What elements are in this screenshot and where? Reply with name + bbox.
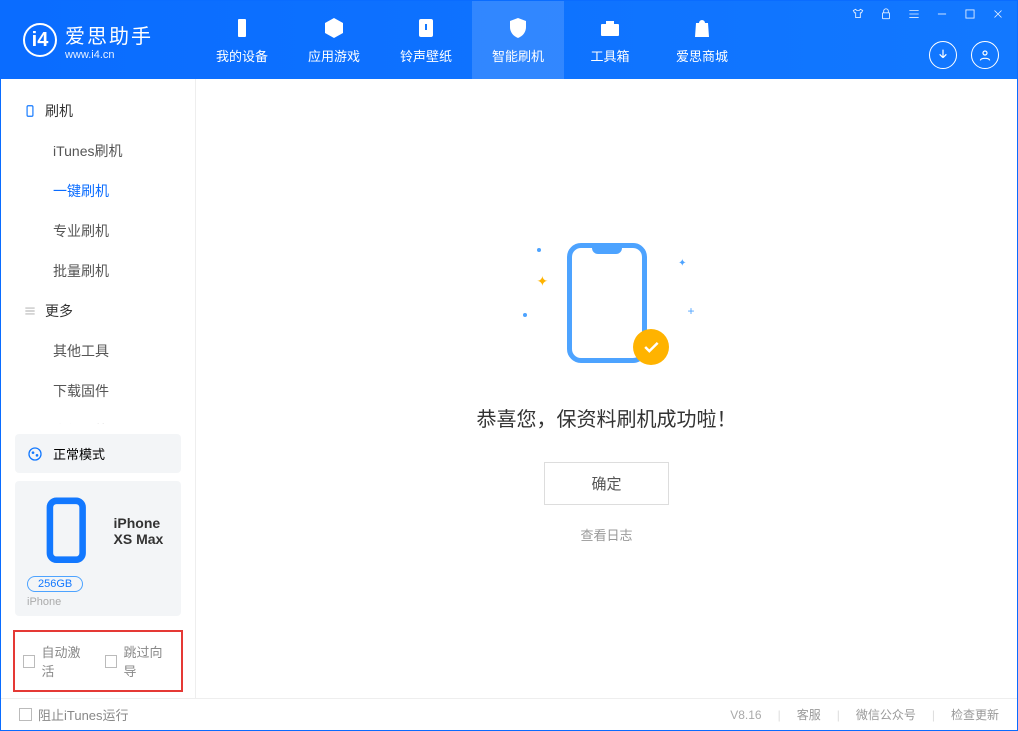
user-button[interactable] bbox=[971, 41, 999, 69]
nav-tab-label: 铃声壁纸 bbox=[400, 46, 452, 65]
footer-link-wechat[interactable]: 微信公众号 bbox=[856, 706, 916, 723]
nav-tab-3[interactable]: 智能刷机 bbox=[472, 1, 564, 79]
sidebar-item[interactable]: 一键刷机 bbox=[1, 171, 195, 211]
check-badge-icon bbox=[633, 329, 669, 365]
logo-icon: i4 bbox=[23, 23, 57, 57]
sidebar-item[interactable]: 专业刷机 bbox=[1, 211, 195, 251]
sidebar-item[interactable]: iTunes刷机 bbox=[1, 131, 195, 171]
checkbox-icon bbox=[19, 708, 32, 721]
sidebar-item[interactable]: 其他工具 bbox=[1, 331, 195, 371]
menu-icon[interactable] bbox=[907, 7, 921, 21]
nav-tab-4[interactable]: 工具箱 bbox=[564, 1, 656, 79]
header-round-buttons bbox=[929, 41, 999, 69]
app-window: i4 爱思助手 www.i4.cn 我的设备 应用游戏 铃声壁纸 智能刷机 工具箱 爱思商… bbox=[0, 0, 1018, 731]
device-capacity: 256GB bbox=[27, 576, 83, 592]
device-icon bbox=[23, 104, 37, 118]
footer-link-update[interactable]: 检查更新 bbox=[951, 706, 999, 723]
app-url: www.i4.cn bbox=[65, 49, 153, 61]
nav-tab-5[interactable]: 爱思商城 bbox=[656, 1, 748, 79]
device-card[interactable]: iPhone XS Max 256GB iPhone bbox=[15, 481, 181, 616]
dot-icon bbox=[537, 248, 541, 252]
tshirt-icon[interactable] bbox=[851, 7, 865, 21]
sparkle-icon: + bbox=[687, 304, 694, 318]
block-itunes-label: 阻止iTunes运行 bbox=[38, 705, 129, 724]
dot-icon bbox=[523, 313, 527, 317]
sidebar: 刷机 iTunes刷机一键刷机专业刷机批量刷机更多其他工具下载固件高级功能 正常模… bbox=[1, 79, 196, 698]
app-name: 爱思助手 bbox=[65, 20, 153, 49]
music-icon bbox=[413, 15, 439, 41]
main-content: ✦ ✦ + 恭喜您，保资料刷机成功啦！ 确定 查看日志 bbox=[196, 79, 1017, 698]
mode-label: 正常模式 bbox=[53, 444, 105, 463]
skip-guide-label: 跳过向导 bbox=[123, 642, 173, 680]
menu-icon bbox=[23, 304, 37, 318]
nav-tab-1[interactable]: 应用游戏 bbox=[288, 1, 380, 79]
sidebar-section-title: 刷机 bbox=[45, 101, 73, 121]
nav-tabs: 我的设备 应用游戏 铃声壁纸 智能刷机 工具箱 爱思商城 bbox=[196, 1, 748, 79]
success-illustration: ✦ ✦ + bbox=[537, 233, 677, 373]
sparkle-icon: ✦ bbox=[678, 258, 686, 269]
nav-tab-0[interactable]: 我的设备 bbox=[196, 1, 288, 79]
sparkle-icon: ✦ bbox=[537, 273, 549, 290]
bag-icon bbox=[689, 15, 715, 41]
window-controls-small bbox=[851, 7, 1005, 21]
device-icon bbox=[229, 15, 255, 41]
nav-tab-label: 我的设备 bbox=[216, 46, 268, 65]
nav-tab-label: 工具箱 bbox=[590, 46, 629, 65]
checkbox-icon bbox=[105, 655, 117, 668]
sidebar-device-area: 正常模式 iPhone XS Max 256GB iPhone bbox=[1, 424, 195, 630]
nav-tab-2[interactable]: 铃声壁纸 bbox=[380, 1, 472, 79]
block-itunes-checkbox[interactable]: 阻止iTunes运行 bbox=[19, 705, 129, 724]
mode-icon bbox=[27, 446, 43, 462]
header: i4 爱思助手 www.i4.cn 我的设备 应用游戏 铃声壁纸 智能刷机 工具箱 爱思商… bbox=[1, 1, 1017, 79]
checkbox-icon bbox=[23, 655, 35, 668]
sidebar-item[interactable]: 下载固件 bbox=[1, 371, 195, 411]
sidebar-section-header: 刷机 bbox=[1, 91, 195, 131]
skip-guide-checkbox[interactable]: 跳过向导 bbox=[105, 642, 173, 680]
footer-link-support[interactable]: 客服 bbox=[797, 706, 821, 723]
phone-icon bbox=[27, 491, 106, 570]
sidebar-section-header: 更多 bbox=[1, 291, 195, 331]
mode-card[interactable]: 正常模式 bbox=[15, 434, 181, 473]
options-highlight-box: 自动激活 跳过向导 bbox=[13, 630, 183, 692]
toolbox-icon bbox=[597, 15, 623, 41]
nav-tab-label: 智能刷机 bbox=[492, 46, 544, 65]
nav-tab-label: 爱思商城 bbox=[676, 46, 728, 65]
shield-icon bbox=[505, 15, 531, 41]
body: 刷机 iTunes刷机一键刷机专业刷机批量刷机更多其他工具下载固件高级功能 正常模… bbox=[1, 79, 1017, 698]
ok-button[interactable]: 确定 bbox=[544, 462, 668, 505]
auto-activate-checkbox[interactable]: 自动激活 bbox=[23, 642, 91, 680]
cube-icon bbox=[321, 15, 347, 41]
minimize-button[interactable] bbox=[935, 7, 949, 21]
app-logo[interactable]: i4 爱思助手 www.i4.cn bbox=[1, 1, 196, 79]
success-message: 恭喜您，保资料刷机成功啦！ bbox=[477, 403, 737, 432]
auto-activate-label: 自动激活 bbox=[41, 642, 91, 680]
view-log-link[interactable]: 查看日志 bbox=[580, 525, 632, 544]
sidebar-section-title: 更多 bbox=[45, 301, 73, 321]
version-label: V8.16 bbox=[730, 708, 761, 722]
sidebar-item[interactable]: 批量刷机 bbox=[1, 251, 195, 291]
maximize-button[interactable] bbox=[963, 7, 977, 21]
sidebar-item[interactable]: 高级功能 bbox=[1, 411, 195, 424]
device-name: iPhone XS Max bbox=[114, 515, 169, 547]
download-button[interactable] bbox=[929, 41, 957, 69]
footer: 阻止iTunes运行 V8.16 | 客服 | 微信公众号 | 检查更新 bbox=[1, 698, 1017, 730]
nav-tab-label: 应用游戏 bbox=[308, 46, 360, 65]
lock-icon[interactable] bbox=[879, 7, 893, 21]
close-button[interactable] bbox=[991, 7, 1005, 21]
device-type: iPhone bbox=[27, 596, 169, 608]
